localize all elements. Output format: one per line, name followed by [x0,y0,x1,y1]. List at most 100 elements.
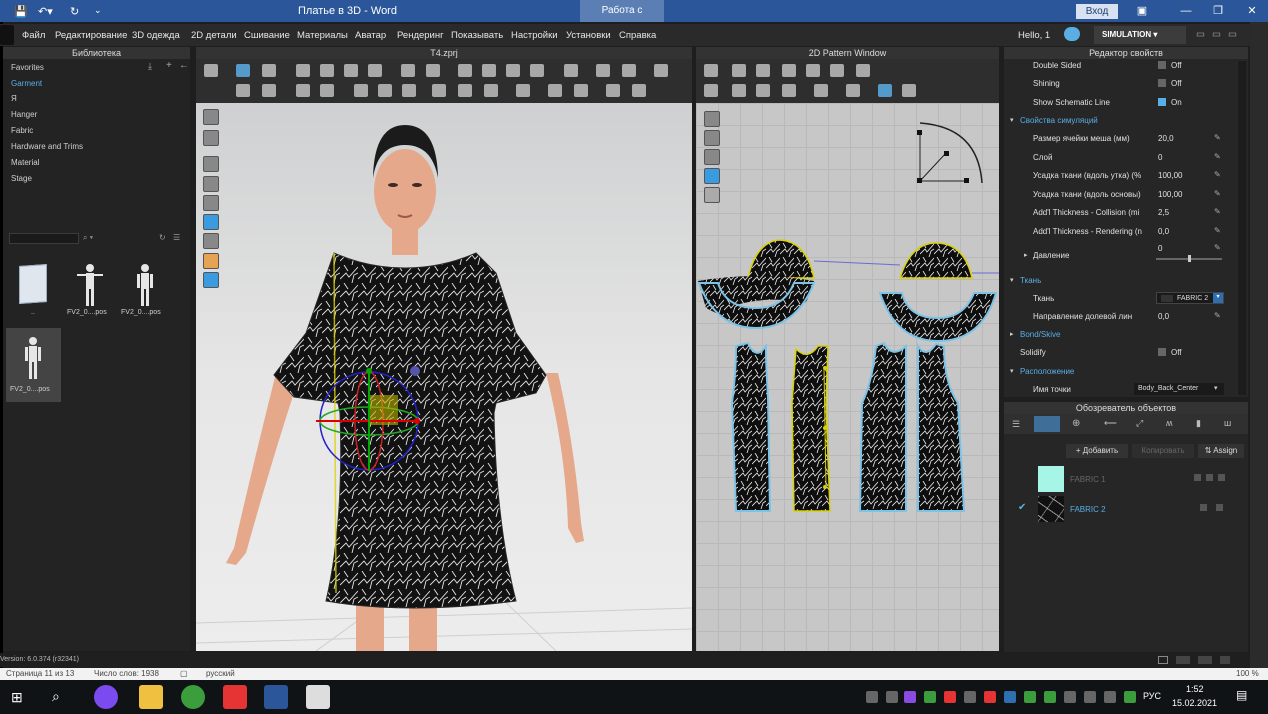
ribbon-display-icon[interactable]: ▣ [1120,0,1164,22]
prop-value[interactable]: 0 [1158,244,1162,253]
context-tab[interactable]: Работа с рисунками [580,0,664,38]
tool-icon[interactable] [878,84,892,97]
tool-icon[interactable] [704,64,718,77]
tool-icon[interactable] [482,64,496,77]
prop-grain[interactable]: Направление долевой лин 0,0 ✎ [1004,307,1234,325]
fabric-action-icon[interactable] [1194,474,1201,481]
language[interactable]: русский [206,669,235,678]
mode-switch[interactable]: SIMULATION ▾ [1094,26,1186,44]
prop-point-name[interactable]: Имя точки Body_Back_Center ▾ [1004,380,1234,398]
tool-icon[interactable] [856,64,870,77]
tray-icon[interactable] [866,691,878,703]
tool-icon[interactable] [756,84,770,97]
button-icon[interactable]: ⊕ [1072,418,1080,429]
prop-layer[interactable]: Слой 0 ✎ [1004,148,1234,166]
clock-time[interactable]: 1:52 [1186,684,1204,694]
proofing-icon[interactable]: ▢ [180,669,188,678]
add-folder-icon[interactable]: + [166,60,172,71]
list-view-icon[interactable]: ☰ [173,233,180,242]
fabric-row[interactable]: FABRIC 1 [1004,464,1240,494]
pin-icon[interactable]: ✎ [1214,152,1222,161]
undo-icon[interactable]: ↶▾ [38,5,53,18]
expand-icon[interactable]: ▸ [1024,251,1028,259]
menu-render[interactable]: Рендеринг [397,30,444,41]
tool-icon[interactable] [606,84,620,97]
search-icon[interactable]: ⌕ [52,688,60,705]
list-icon[interactable]: ☰ [1012,419,1020,430]
prop-value[interactable]: 2,5 [1158,208,1169,217]
section-simulation[interactable]: ▾ Свойства симуляций [1004,111,1234,129]
zoom-level[interactable]: 100 % [1236,669,1259,678]
tool-icon[interactable] [484,84,498,97]
view-mode-icon[interactable] [1158,656,1168,664]
tool-icon[interactable] [782,84,796,97]
prop-shrink-weft[interactable]: Усадка ткани (вдоль утка) (% 100,00 ✎ [1004,166,1234,184]
page-count[interactable]: Страница 11 из 13 [6,669,74,678]
tool-icon[interactable] [548,84,562,97]
window-min-icon[interactable]: ▭ [1196,29,1205,40]
trim-icon[interactable]: ш [1224,418,1231,428]
tool-icon[interactable] [401,64,415,77]
tool-icon[interactable] [354,84,368,97]
section-fabric[interactable]: ▾ Ткань [1004,271,1234,289]
pin-icon[interactable]: ✎ [1214,207,1222,216]
tool-icon[interactable] [458,84,472,97]
assign-button[interactable]: ⇅ Assign [1198,444,1244,458]
menu-sewing[interactable]: Сшивание [244,30,290,41]
menu-help[interactable]: Справка [619,30,656,41]
prop-value[interactable]: Off [1158,61,1182,70]
tool-icon[interactable] [830,64,844,77]
tool-icon[interactable] [402,84,416,97]
fabric-action-icon[interactable] [1206,474,1213,481]
user-greeting[interactable]: Hello, 1 [1018,30,1050,41]
tool-icon[interactable] [320,64,334,77]
tray-icon[interactable] [1084,691,1096,703]
prop-value[interactable]: 0 [1158,153,1162,162]
network-icon[interactable] [1064,691,1076,703]
search-icon[interactable]: ⌕ ▾ [83,233,93,243]
tool-icon[interactable] [320,84,334,97]
tool-icon[interactable] [846,84,860,97]
input-language[interactable]: РУС [1143,691,1161,701]
section-bond[interactable]: ▸ Bond/Skive [1004,325,1234,343]
fabric-select[interactable]: FABRIC 2 ▾ [1156,292,1224,304]
tool-icon[interactable] [732,84,746,97]
menu-settings[interactable]: Настройки [511,30,558,41]
view-3d-icon[interactable] [1176,656,1190,664]
avatar-pose-icon[interactable] [75,263,105,307]
tool-icon[interactable] [530,64,544,77]
tool-icon[interactable] [564,64,578,77]
prop-pressure[interactable]: ▸ Давление 0 ✎ [1004,239,1234,265]
menu-avatar[interactable]: Аватар [355,30,386,41]
menu-2d-pattern[interactable]: 2D детали [191,30,237,41]
fabric-action-icon[interactable] [1218,474,1225,481]
tool-icon[interactable] [262,84,276,97]
point-select[interactable]: Body_Back_Center ▾ [1134,383,1224,395]
library-item-favorites[interactable]: Favorites [11,63,44,72]
prop-value[interactable]: Off [1158,79,1182,88]
menu-materials[interactable]: Материалы [297,30,348,41]
save-icon[interactable]: 💾 [14,5,28,18]
tool-icon[interactable] [296,84,310,97]
pin-icon[interactable]: ✎ [1214,133,1222,142]
clock-date[interactable]: 15.02.2021 [1172,698,1217,708]
pin-icon[interactable]: ✎ [1214,311,1222,320]
yandex-icon[interactable] [223,685,247,709]
tray-icon[interactable] [984,691,996,703]
back-icon[interactable]: ← [179,60,189,71]
tool-icon[interactable] [756,64,770,77]
tray-icon[interactable] [1124,691,1136,703]
folder-icon[interactable] [19,264,47,304]
alice-icon[interactable] [94,685,118,709]
tool-icon[interactable] [516,84,530,97]
prop-value[interactable]: Off [1158,348,1182,357]
prop-shining[interactable]: Shining Off [1004,74,1234,92]
tool-icon[interactable] [654,64,668,77]
tool-icon[interactable] [704,84,718,97]
tray-icon[interactable] [924,691,936,703]
redo-icon[interactable]: ↻ [70,5,79,18]
library-search-input[interactable] [9,233,79,244]
prop-mesh-size[interactable]: Размер ячейки меша (мм) 20,0 ✎ [1004,129,1234,147]
bluetooth-icon[interactable] [1004,691,1016,703]
move-icon[interactable] [236,64,250,77]
